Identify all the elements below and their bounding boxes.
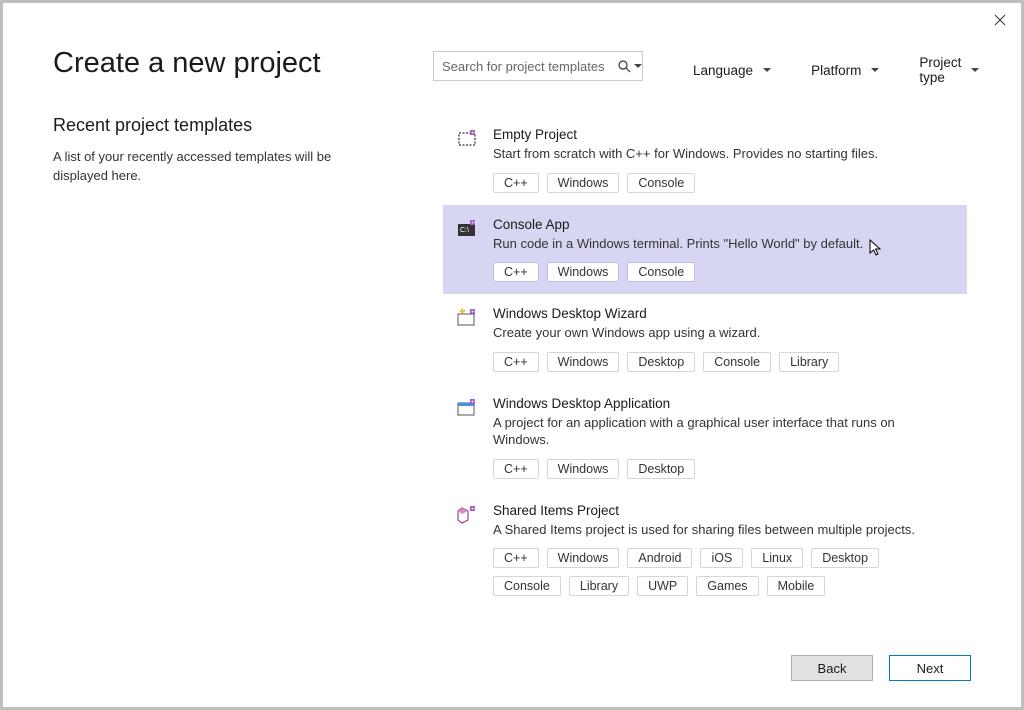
template-tag: Windows: [547, 262, 620, 282]
filter-platform-label: Platform: [811, 63, 861, 78]
caret-down-icon: [871, 68, 879, 72]
svg-text:++: ++: [471, 310, 477, 316]
template-tags: C++ Windows Desktop: [493, 459, 953, 479]
recent-templates-section: Recent project templates A list of your …: [53, 115, 413, 707]
template-tag: Console: [493, 576, 561, 596]
template-desc: Run code in a Windows terminal. Prints "…: [493, 235, 953, 253]
template-tag: C++: [493, 173, 539, 193]
template-tag: Mobile: [767, 576, 826, 596]
template-desc: A Shared Items project is used for shari…: [493, 521, 953, 539]
template-name: Empty Project: [493, 127, 953, 142]
main-area: Recent project templates A list of your …: [3, 85, 1021, 707]
template-tag: C++: [493, 352, 539, 372]
back-button[interactable]: Back: [791, 655, 873, 681]
template-item[interactable]: ++ Windows Desktop Wizard Create your own …: [443, 294, 967, 384]
template-body: Windows Desktop Wizard Create your own Wi…: [493, 306, 953, 372]
template-body: Empty Project Start from scratch with C++…: [493, 127, 953, 193]
template-tag: Android: [627, 548, 692, 568]
template-tags: C++ Windows Android iOS Linux Desktop Console L…: [493, 548, 953, 596]
template-item[interactable]: C:\++ Console App Run code in a Windows te…: [443, 205, 967, 295]
template-tag: Library: [569, 576, 629, 596]
template-body: Console App Run code in a Windows termina…: [493, 217, 953, 283]
template-tag: iOS: [700, 548, 743, 568]
caret-down-icon: [971, 68, 979, 72]
template-tag: Windows: [547, 352, 620, 372]
template-desc: Start from scratch with C++ for Windows.…: [493, 145, 953, 163]
svg-text:C:\: C:\: [460, 227, 469, 234]
filter-language[interactable]: Language: [693, 55, 771, 85]
template-tag: Desktop: [627, 459, 695, 479]
svg-text:++: ++: [471, 220, 477, 226]
template-name: Shared Items Project: [493, 503, 953, 518]
template-body: Windows Desktop Application A project for…: [493, 396, 953, 479]
caret-down-icon: [763, 68, 771, 72]
filter-project-type[interactable]: Project type: [919, 55, 979, 85]
template-tag: Windows: [547, 548, 620, 568]
filter-platform[interactable]: Platform: [811, 55, 879, 85]
template-tag: Windows: [547, 173, 620, 193]
svg-text:++: ++: [471, 506, 477, 512]
template-tag: Console: [703, 352, 771, 372]
template-tag: Desktop: [811, 548, 879, 568]
template-tag: C++: [493, 262, 539, 282]
template-tag: C++: [493, 459, 539, 479]
template-body: Shared Items Project A Shared Items proje…: [493, 503, 953, 597]
templates-list[interactable]: ++ Empty Project Start from scratch with C…: [443, 115, 971, 610]
template-tag: Linux: [751, 548, 803, 568]
close-icon: [994, 14, 1006, 26]
shared-items-icon: ++: [457, 505, 479, 527]
search-icon: [618, 60, 642, 73]
template-tags: C++ Windows Console: [493, 173, 953, 193]
template-tags: C++ Windows Console: [493, 262, 953, 282]
template-tag: Console: [627, 173, 695, 193]
wizard-icon: ++: [457, 308, 479, 330]
template-desc: Create your own Windows app using a wiza…: [493, 324, 953, 342]
template-name: Windows Desktop Wizard: [493, 306, 953, 321]
template-tag: C++: [493, 548, 539, 568]
new-project-dialog: Create a new project Language Platform P…: [3, 3, 1021, 707]
templates-column: ++ Empty Project Start from scratch with C…: [443, 115, 971, 707]
template-item[interactable]: ++ Shared Items Project A Shared Items pro…: [443, 491, 967, 609]
template-name: Windows Desktop Application: [493, 396, 953, 411]
search-input[interactable]: [442, 59, 618, 74]
template-item[interactable]: Blank SolutionCreate an empty solution c…: [443, 608, 967, 610]
svg-text:++: ++: [471, 131, 477, 137]
template-name: Console App: [493, 217, 953, 232]
template-desc: A project for an application with a grap…: [493, 414, 953, 449]
next-button[interactable]: Next: [889, 655, 971, 681]
template-item[interactable]: ++ Empty Project Start from scratch with C…: [443, 115, 967, 205]
page-title: Create a new project: [53, 47, 413, 80]
header-row: Create a new project Language Platform P…: [3, 3, 1021, 85]
svg-text:++: ++: [471, 399, 477, 405]
template-tag: Windows: [547, 459, 620, 479]
search-box[interactable]: [433, 51, 643, 81]
template-tag: Desktop: [627, 352, 695, 372]
desktop-app-icon: ++: [457, 398, 479, 420]
caret-down-icon: [634, 64, 642, 68]
recent-templates-desc: A list of your recently accessed templat…: [53, 148, 353, 186]
empty-project-icon: ++: [457, 129, 479, 151]
template-tags: C++ Windows Desktop Console Library: [493, 352, 953, 372]
template-tag: Console: [627, 262, 695, 282]
recent-templates-title: Recent project templates: [53, 115, 413, 136]
template-tag: Library: [779, 352, 839, 372]
close-button[interactable]: [991, 11, 1009, 29]
filter-project-type-label: Project type: [919, 55, 961, 85]
filter-row: Language Platform Project type: [693, 55, 979, 85]
footer-buttons: Back Next: [791, 655, 971, 681]
console-app-icon: C:\++: [457, 219, 479, 241]
template-tag: UWP: [637, 576, 688, 596]
filter-language-label: Language: [693, 63, 753, 78]
template-item[interactable]: ++ Windows Desktop Application A project f…: [443, 384, 967, 491]
template-tag: Games: [696, 576, 758, 596]
